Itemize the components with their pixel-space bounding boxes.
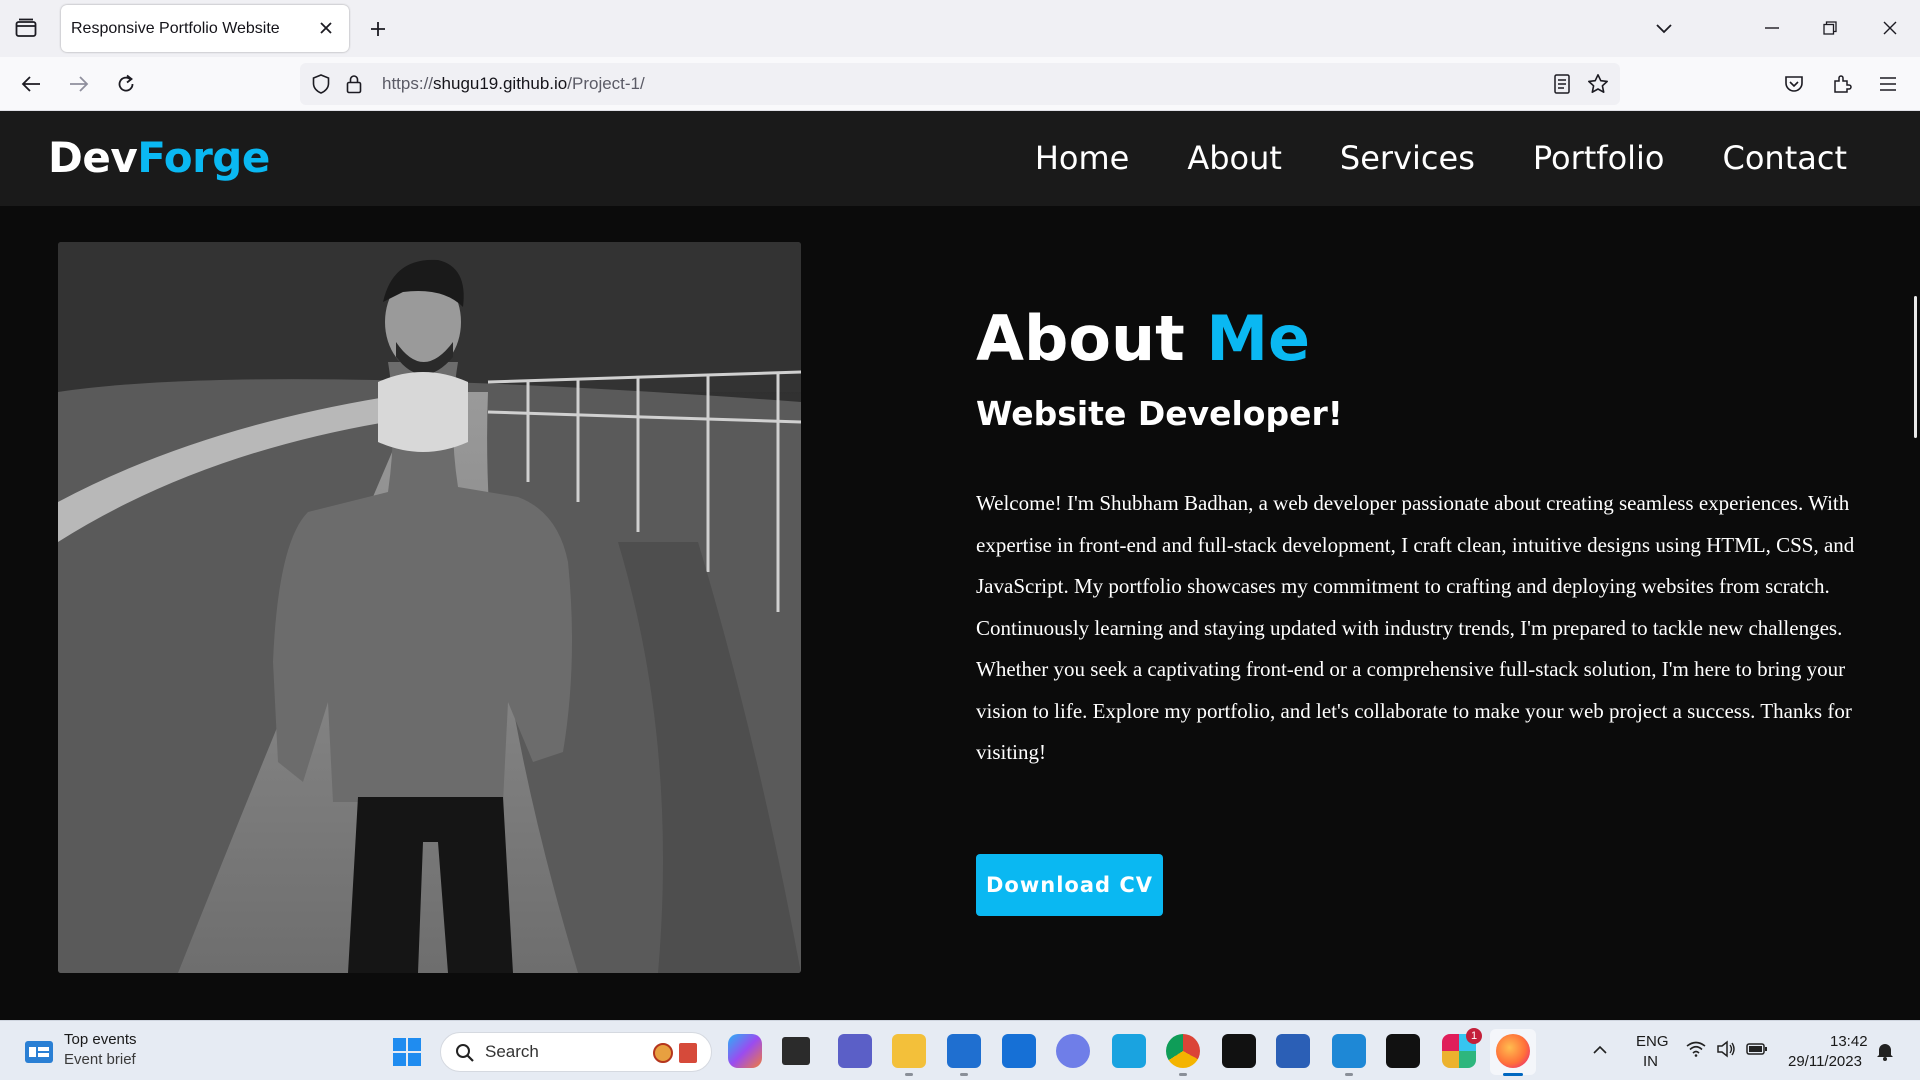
pocket-icon[interactable] [1780, 70, 1808, 98]
search-placeholder: Search [485, 1042, 539, 1061]
nav-link-about[interactable]: About [1187, 139, 1282, 177]
about-subtitle: Website Developer! [976, 394, 1343, 433]
logo-text-dev: Dev [48, 133, 138, 182]
profile-photo [58, 242, 801, 973]
reload-icon[interactable] [111, 70, 141, 98]
notification-bell-icon[interactable] [1876, 1041, 1894, 1065]
about-title-part1: About [976, 302, 1207, 375]
widget-title[interactable]: Top events [64, 1031, 137, 1048]
chrome-icon[interactable] [1166, 1034, 1200, 1068]
windows-taskbar: Top events Event brief Search 1 ENG IN 1… [0, 1020, 1920, 1080]
clock-time[interactable]: 13:42 [1830, 1033, 1868, 1050]
nav-link-contact[interactable]: Contact [1723, 139, 1848, 177]
task-view-icon[interactable] [782, 1037, 810, 1065]
widget-subtitle[interactable]: Event brief [64, 1051, 136, 1068]
wifi-icon[interactable] [1686, 1041, 1706, 1061]
show-hidden-icons-chevron-icon[interactable] [1592, 1041, 1608, 1060]
nav-link-home[interactable]: Home [1035, 139, 1130, 177]
taskbar-search[interactable]: Search [440, 1032, 712, 1072]
tab-title: Responsive Portfolio Website [71, 19, 280, 37]
microsoft-store-icon[interactable] [947, 1034, 981, 1068]
alarm-clock-icon [653, 1043, 673, 1063]
teams-icon[interactable] [838, 1034, 872, 1068]
running-indicator [1345, 1073, 1353, 1076]
active-tab[interactable]: Responsive Portfolio Website [61, 5, 349, 52]
about-section: About Me Website Developer! Welcome! I'm… [0, 206, 1920, 1020]
close-window-icon[interactable] [1876, 16, 1904, 40]
restore-icon[interactable] [1816, 16, 1844, 40]
reader-view-icon[interactable] [1551, 73, 1573, 95]
close-tab-icon[interactable] [315, 17, 337, 39]
minimize-icon[interactable] [1758, 16, 1786, 40]
active-app-indicator [1503, 1073, 1523, 1076]
battery-icon[interactable] [1746, 1041, 1768, 1060]
word-icon[interactable] [1276, 1034, 1310, 1068]
terminal-icon[interactable] [1386, 1034, 1420, 1068]
prime-video-icon[interactable] [1112, 1034, 1146, 1068]
new-tab-icon[interactable] [364, 16, 392, 42]
search-icon [455, 1043, 475, 1067]
download-cv-button[interactable]: Download CV [976, 854, 1163, 916]
logo-text-forge: Forge [137, 133, 270, 182]
url-bar[interactable]: https://shugu19.github.io/Project-1/ [300, 63, 1620, 105]
copilot-icon[interactable] [728, 1034, 762, 1068]
site-header: DevForge Home About Services Portfolio C… [0, 111, 1920, 206]
url-text[interactable]: https://shugu19.github.io/Project-1/ [382, 74, 645, 94]
url-scheme: https:// [382, 74, 434, 93]
menu-hamburger-icon[interactable] [1874, 70, 1902, 98]
chevron-down-icon[interactable] [1650, 16, 1678, 40]
about-paragraph: Welcome! I'm Shubham Badhan, a web devel… [976, 491, 1855, 764]
shield-icon[interactable] [310, 73, 332, 95]
running-indicator [1179, 1073, 1187, 1076]
url-path: /Project-1/ [567, 74, 645, 93]
extensions-icon[interactable] [1828, 70, 1856, 98]
mail-icon[interactable] [1002, 1034, 1036, 1068]
lock-icon[interactable] [344, 73, 364, 95]
about-title: About Me [976, 302, 1310, 375]
input-language[interactable]: ENG [1636, 1033, 1669, 1050]
profile-photo-illustration [58, 242, 801, 973]
page-scrollbar[interactable] [1914, 296, 1917, 438]
settings-hexagon-icon[interactable] [1056, 1034, 1090, 1068]
volume-icon[interactable] [1716, 1040, 1736, 1062]
windows-start-icon[interactable] [392, 1037, 422, 1067]
slack-badge: 1 [1466, 1028, 1482, 1044]
site-logo[interactable]: DevForge [48, 133, 270, 182]
firefox-icon[interactable] [1496, 1034, 1530, 1068]
nav-link-services[interactable]: Services [1340, 139, 1475, 177]
bookmark-star-icon[interactable] [1586, 72, 1610, 96]
tab-list-icon[interactable] [12, 16, 40, 40]
running-indicator [905, 1073, 913, 1076]
slack-icon[interactable]: 1 [1442, 1028, 1482, 1068]
url-host: shugu19.github.io [433, 74, 568, 93]
browser-nav-bar: https://shugu19.github.io/Project-1/ [0, 57, 1920, 111]
nav-link-portfolio[interactable]: Portfolio [1533, 139, 1665, 177]
running-indicator [960, 1073, 968, 1076]
weather-widget-icon[interactable] [24, 1038, 54, 1064]
back-arrow-icon[interactable] [16, 70, 46, 98]
browser-tab-bar: Responsive Portfolio Website [0, 0, 1920, 57]
netflix-icon[interactable] [1222, 1034, 1256, 1068]
input-region[interactable]: IN [1643, 1053, 1658, 1070]
about-title-accent: Me [1206, 302, 1311, 375]
gift-icon [679, 1043, 697, 1063]
file-explorer-icon[interactable] [892, 1034, 926, 1068]
clock-date[interactable]: 29/11/2023 [1788, 1053, 1862, 1070]
main-nav: Home About Services Portfolio Contact [977, 139, 1847, 177]
vscode-icon[interactable] [1332, 1034, 1366, 1068]
forward-arrow-icon[interactable] [64, 70, 94, 98]
